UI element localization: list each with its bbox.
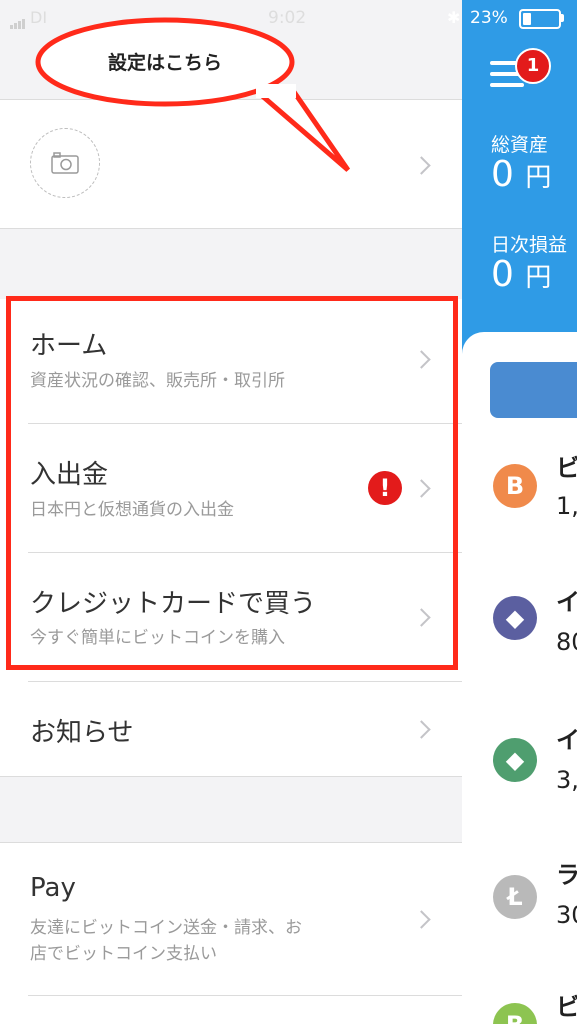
section-gap [0,229,462,299]
coin-name: ラ [556,861,577,889]
highlight-box [6,296,458,670]
menu-item-subtitle: 店でビットコイン支払い [30,944,217,964]
signal-icon [10,10,26,29]
coin-row[interactable]: ◆ イ 80 [462,570,577,670]
daily-pl-unit: 円 [525,263,552,293]
menu-item-subtitle: 友達にビットコイン送金・請求、お [30,918,302,938]
coin-name: ビ [556,993,577,1021]
ethereum-icon: ◆ [493,596,537,640]
callout-text: 設定はこちら [107,52,222,74]
total-assets-label: 総資産 [491,134,549,156]
speech-bubble [35,17,351,172]
coin-name: ビ [556,454,577,482]
daily-pl-number: 0 [491,254,514,295]
total-assets-number: 0 [491,154,514,195]
chevron-right-icon [412,156,431,175]
menu-item-title: Pay [30,873,76,903]
section-gap [0,777,462,842]
chevron-right-icon [412,910,431,929]
bitcoin-icon: B [493,464,537,508]
coin-name: イ [556,588,577,616]
litecoin-icon: Ł [493,875,537,919]
coin-row[interactable]: B ビ 1, [462,440,577,540]
daily-pl-label: 日次損益 [491,234,568,256]
battery-fill [523,13,531,25]
battery-tip [561,14,564,22]
total-assets-value: 0 円 [491,154,551,195]
coin-price: 3, [556,766,577,794]
divider [28,995,462,996]
menu-item-title: お知らせ [30,718,134,748]
coin-row[interactable]: B ビ [462,985,577,1024]
coin-row[interactable]: Ł ラ 30 [462,845,577,945]
chevron-right-icon [412,720,431,739]
total-assets-unit: 円 [525,163,552,193]
coin-price: 30 [556,901,577,929]
menu-item-news[interactable]: お知らせ [0,682,462,776]
battery-percent: 23% [470,8,508,28]
coin-price: 80 [556,628,577,656]
bluetooth-icon: ✱ [447,8,461,27]
notification-badge: 1 [515,48,551,84]
coin-price: 1, [556,492,577,520]
coin-name: イ [556,726,577,754]
menu-item-pay[interactable]: Pay 友達にビットコイン送金・請求、お 店でビットコイン支払い [0,843,462,995]
bitcoin-cash-icon: B [493,1003,537,1024]
action-button[interactable] [490,362,577,418]
ethereum-classic-icon: ◆ [493,738,537,782]
daily-pl-value: 0 円 [491,254,551,295]
coin-row[interactable]: ◆ イ 3, [462,708,577,808]
battery-icon [519,9,561,29]
